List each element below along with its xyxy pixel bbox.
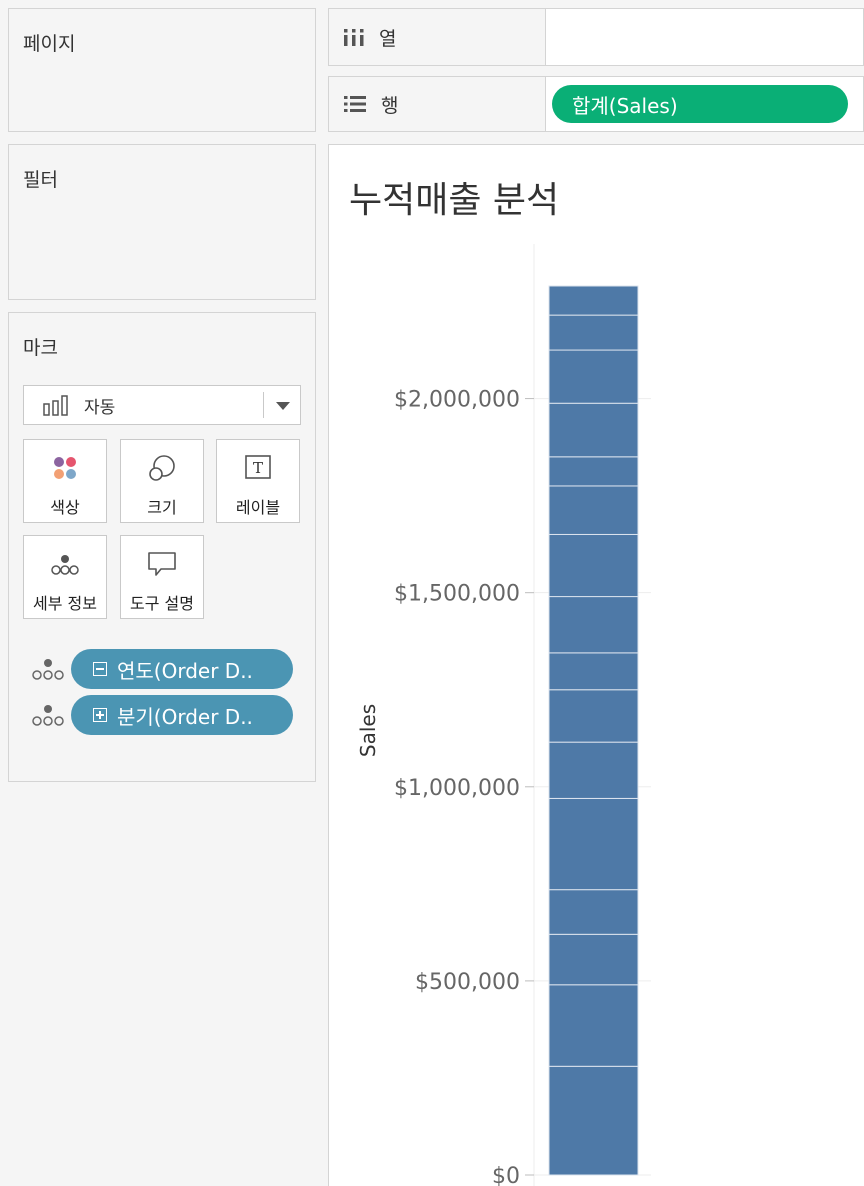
color-icon <box>54 457 76 479</box>
chevron-down-icon <box>276 402 290 410</box>
size-label: 크기 <box>147 498 177 517</box>
label-icon: T <box>245 455 271 479</box>
rows-label: 행 <box>381 94 399 117</box>
top-strip <box>0 0 864 6</box>
columns-shelf: 열 <box>328 8 864 66</box>
bar-segment <box>548 652 639 691</box>
rows-drop-area[interactable]: 합계(Sales) <box>545 77 863 131</box>
tooltip-button[interactable]: 도구 설명 <box>120 535 204 619</box>
rows-shelf-label: 행 <box>343 77 398 131</box>
dropdown-divider <box>263 392 264 418</box>
tooltip-label: 도구 설명 <box>130 594 194 613</box>
bar-segment <box>548 741 639 799</box>
bar-segment <box>548 314 639 351</box>
label-button[interactable]: T 레이블 <box>216 439 300 523</box>
marks-card: 마크 자동 색상 크기 T 레이블 세부 정보 도구 설명 연도(Order D… <box>8 312 316 782</box>
y-tick-label: $1,000,000 <box>394 776 520 801</box>
columns-drop-area[interactable] <box>545 9 863 65</box>
rows-shelf: 행 합계(Sales) <box>328 76 864 132</box>
expand-icon[interactable] <box>93 708 107 722</box>
size-button[interactable]: 크기 <box>120 439 204 523</box>
label-label: 레이블 <box>235 498 281 517</box>
pages-card: 페이지 <box>8 8 316 132</box>
y-tick-label: $500,000 <box>415 970 520 995</box>
bar-segment <box>548 797 639 891</box>
color-label: 색상 <box>50 498 80 517</box>
columns-label: 열 <box>379 27 397 50</box>
quarter-field-pill[interactable]: 분기(Order D.. <box>71 695 293 735</box>
viz-area: 누적매출 분석 $0 $500,000 $1,000,000 $1,500,000 $2… <box>328 144 864 1186</box>
collapse-icon[interactable] <box>93 662 107 676</box>
mark-type-dropdown[interactable]: 자동 <box>23 385 301 425</box>
columns-icon <box>344 29 364 46</box>
detail-icon <box>51 555 79 575</box>
bar-segment <box>548 349 639 404</box>
bar-segment <box>548 485 639 535</box>
y-tick-label: $2,000,000 <box>394 388 520 413</box>
size-icon <box>149 455 175 481</box>
y-tick-label: $0 <box>492 1164 520 1186</box>
y-tick-label: $1,500,000 <box>394 582 520 607</box>
sum-sales-pill[interactable]: 합계(Sales) <box>552 85 848 123</box>
pages-title: 페이지 <box>23 33 76 55</box>
detail-icon <box>32 705 64 726</box>
year-field-label: 연도(Order D.. <box>117 658 253 683</box>
bar-segment <box>548 533 639 598</box>
bar-segment <box>548 689 639 743</box>
svg-text:T: T <box>253 459 263 477</box>
bar-segment <box>548 933 639 986</box>
detail-label: 세부 정보 <box>33 594 97 613</box>
bar-segment <box>548 285 639 316</box>
columns-shelf-label: 열 <box>343 9 396 65</box>
detail-icon <box>32 659 64 680</box>
viz-title: 누적매출 분석 <box>349 180 560 221</box>
y-axis-label: Sales <box>356 704 380 757</box>
tooltip-icon <box>148 552 176 576</box>
rows-icon <box>344 96 366 112</box>
bar-chart-icon <box>43 395 68 416</box>
bar-segment <box>548 1065 639 1176</box>
bar-segment <box>548 596 639 654</box>
bar-segment <box>548 889 639 935</box>
quarter-field-label: 분기(Order D.. <box>117 704 253 729</box>
year-field-pill[interactable]: 연도(Order D.. <box>71 649 293 689</box>
detail-button[interactable]: 세부 정보 <box>23 535 107 619</box>
color-button[interactable]: 색상 <box>23 439 107 523</box>
stacked-bar-chart: $0 $500,000 $1,000,000 $1,500,000 $2,000,000… <box>356 244 651 1186</box>
bar-segment <box>548 456 639 487</box>
filters-card[interactable]: 필터 <box>8 144 316 300</box>
mark-type-label: 자동 <box>84 397 116 418</box>
filters-title: 필터 <box>23 169 58 191</box>
bar-segment <box>548 402 639 458</box>
bar-segment <box>548 984 639 1067</box>
marks-title: 마크 <box>23 337 58 359</box>
